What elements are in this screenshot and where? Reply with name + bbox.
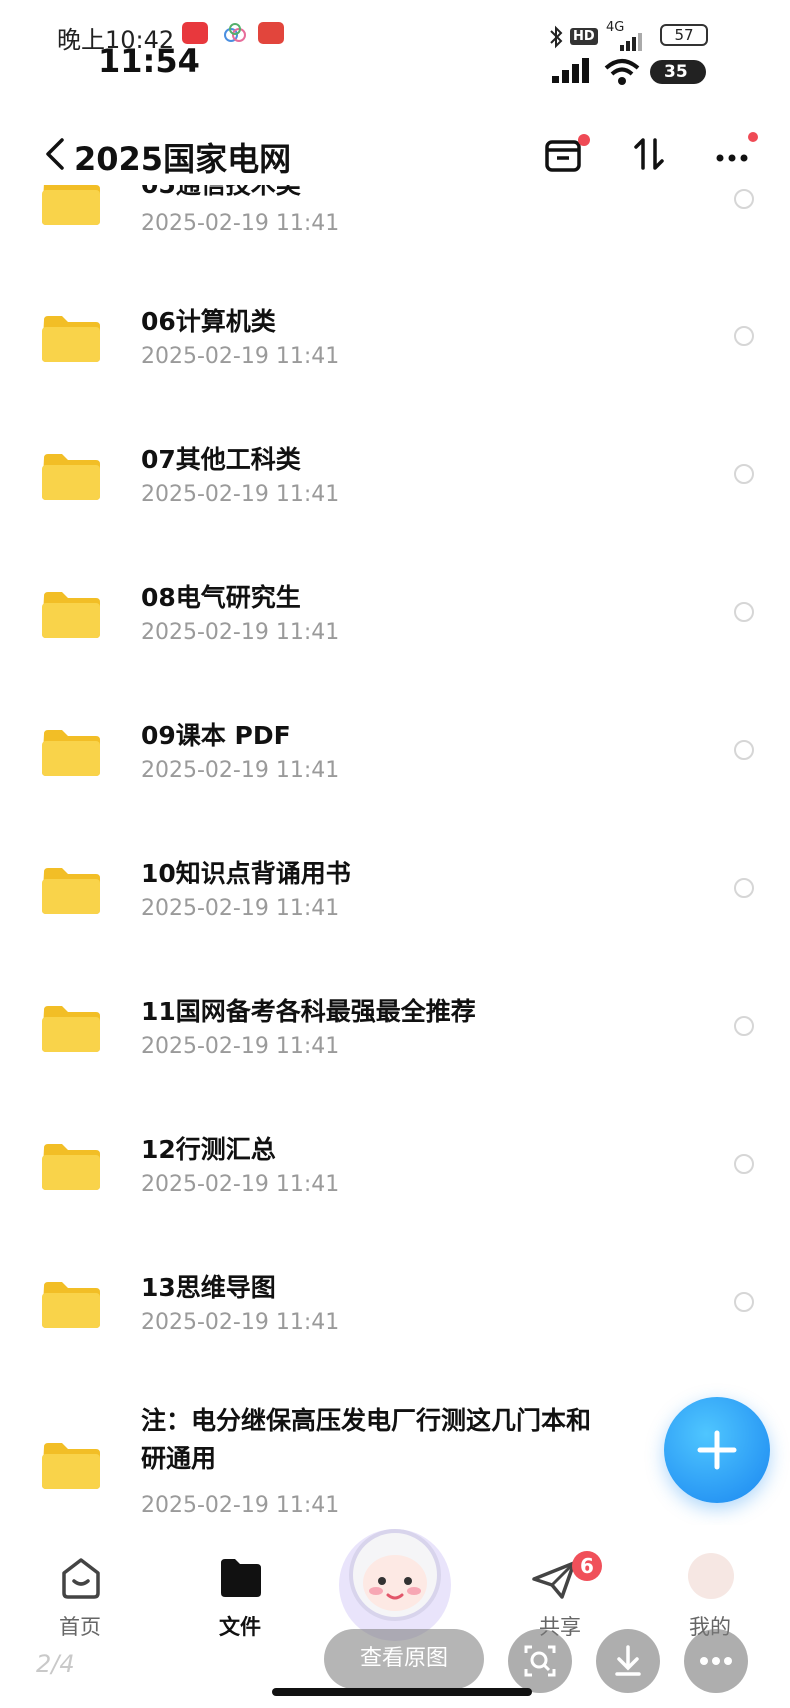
bluetooth-icon bbox=[548, 24, 564, 54]
select-radio[interactable] bbox=[734, 740, 754, 760]
wifi-icon bbox=[604, 58, 640, 90]
list-item[interactable]: 05通信技术类 2025-02-19 11:41 bbox=[0, 185, 790, 303]
folder-name: 12行测汇总 bbox=[141, 1135, 276, 1164]
nav-home-label: 首页 bbox=[59, 1615, 101, 1639]
more-menu-button[interactable] bbox=[712, 132, 758, 178]
list-item[interactable]: 11国网备考各科最强最全推荐 2025-02-19 11:41 bbox=[0, 992, 790, 1130]
cloud-notification-icon bbox=[222, 22, 248, 44]
select-radio[interactable] bbox=[734, 1292, 754, 1312]
signal-icon bbox=[606, 32, 646, 56]
signal-bars-icon bbox=[550, 58, 594, 88]
mascot-icon bbox=[330, 1513, 460, 1647]
battery2-icon: 35 bbox=[650, 60, 706, 84]
page-indicator: 2/4 bbox=[36, 1650, 75, 1678]
select-radio[interactable] bbox=[734, 1154, 754, 1174]
list-item[interactable]: 09课本 PDF 2025-02-19 11:41 bbox=[0, 716, 790, 854]
nav-files[interactable]: 文件 bbox=[190, 1525, 290, 1639]
list-item[interactable]: 13思维导图 2025-02-19 11:41 bbox=[0, 1268, 790, 1406]
folder-name: 07其他工科类 bbox=[141, 445, 301, 474]
nav-files-label: 文件 bbox=[219, 1615, 261, 1639]
app-notification-icon bbox=[182, 22, 208, 44]
folder-name-line1: 注：电分继保高压发电厂行测这几门本和 bbox=[141, 1406, 592, 1435]
folder-icon bbox=[40, 1142, 102, 1192]
folder-name: 06计算机类 bbox=[141, 307, 276, 336]
folder-nav-icon bbox=[218, 1557, 264, 1603]
folder-date: 2025-02-19 11:41 bbox=[141, 1493, 340, 1515]
image-search-button[interactable] bbox=[508, 1629, 572, 1693]
folder-name: 08电气研究生 bbox=[141, 583, 301, 612]
folder-name: 05通信技术类 bbox=[141, 185, 301, 201]
folder-icon bbox=[40, 590, 102, 640]
avatar bbox=[688, 1553, 734, 1599]
sort-button[interactable] bbox=[626, 132, 672, 178]
back-icon[interactable] bbox=[42, 136, 68, 172]
folder-date: 2025-02-19 11:41 bbox=[141, 896, 340, 921]
more-red-dot bbox=[748, 132, 758, 142]
folder-icon bbox=[40, 866, 102, 916]
folder-date: 2025-02-19 11:41 bbox=[141, 344, 340, 369]
folder-icon bbox=[40, 1441, 102, 1491]
folder-icon bbox=[40, 1280, 102, 1330]
download-icon bbox=[615, 1645, 641, 1676]
folder-name: 13思维导图 bbox=[141, 1273, 276, 1302]
list-item[interactable]: 07其他工科类 2025-02-19 11:41 bbox=[0, 440, 790, 578]
folder-date: 2025-02-19 11:41 bbox=[141, 1172, 340, 1197]
send-icon bbox=[530, 1559, 578, 1605]
folder-date: 2025-02-19 11:41 bbox=[141, 1034, 340, 1059]
screen: 晚上10:42 11:54 HD 4G 57 35 2025国家电网 2025-… bbox=[0, 0, 790, 1708]
list-item[interactable]: 10知识点背诵用书 2025-02-19 11:41 bbox=[0, 854, 790, 992]
status-time-big: 11:54 bbox=[98, 42, 200, 80]
bottom-nav: 首页 文件 6 共享 我的 bbox=[0, 1525, 790, 1641]
app2-notification-icon bbox=[258, 22, 284, 44]
header: 2025国家电网 bbox=[0, 120, 790, 190]
nav-me[interactable]: 我的 bbox=[660, 1525, 760, 1639]
folder-date: 2025-02-19 11:41 bbox=[141, 758, 340, 783]
status-bar: 晚上10:42 11:54 HD 4G 57 35 bbox=[0, 0, 790, 90]
select-radio[interactable] bbox=[734, 878, 754, 898]
nav-home[interactable]: 首页 bbox=[30, 1525, 130, 1639]
hd-icon: HD bbox=[570, 28, 598, 45]
folder-date: 2025-02-19 11:41 bbox=[141, 620, 340, 645]
folder-name: 09课本 PDF bbox=[141, 721, 291, 750]
share-badge: 6 bbox=[572, 1551, 602, 1581]
folder-name: 11国网备考各科最强最全推荐 bbox=[141, 997, 476, 1026]
list-item[interactable]: 08电气研究生 2025-02-19 11:41 bbox=[0, 578, 790, 716]
page-title: 2025国家电网 bbox=[74, 140, 292, 178]
select-radio[interactable] bbox=[734, 602, 754, 622]
folder-date: 2025-02-19 11:41 bbox=[141, 1310, 340, 1335]
battery-icon: 57 bbox=[660, 24, 708, 46]
scan-search-icon bbox=[524, 1645, 556, 1677]
folder-name-line2: 研通用 bbox=[141, 1444, 217, 1473]
transfer-list-button[interactable] bbox=[542, 132, 590, 178]
folder-date: 2025-02-19 11:41 bbox=[141, 482, 340, 507]
viewer-more-button[interactable] bbox=[684, 1629, 748, 1693]
folder-icon bbox=[40, 728, 102, 778]
folder-list: 05通信技术类 2025-02-19 11:41 06计算机类 2025-02-… bbox=[0, 185, 790, 1515]
nav-share[interactable]: 6 共享 bbox=[510, 1525, 610, 1639]
select-radio[interactable] bbox=[734, 1016, 754, 1036]
select-radio[interactable] bbox=[734, 326, 754, 346]
folder-name: 10知识点背诵用书 bbox=[141, 859, 351, 888]
more-dots-icon bbox=[700, 1657, 732, 1665]
folder-icon bbox=[40, 452, 102, 502]
home-indicator bbox=[272, 1688, 532, 1696]
select-radio[interactable] bbox=[734, 464, 754, 484]
list-item[interactable]: 06计算机类 2025-02-19 11:41 bbox=[0, 302, 790, 440]
view-original-button[interactable]: 查看原图 bbox=[324, 1629, 484, 1689]
battery2-level: 35 bbox=[664, 62, 688, 82]
nav-mascot[interactable] bbox=[320, 1525, 470, 1641]
folder-icon bbox=[40, 314, 102, 364]
folder-icon bbox=[40, 1004, 102, 1054]
download-button[interactable] bbox=[596, 1629, 660, 1693]
transfer-red-dot bbox=[578, 134, 590, 146]
folder-icon bbox=[40, 185, 102, 227]
list-item[interactable]: 12行测汇总 2025-02-19 11:41 bbox=[0, 1130, 790, 1268]
status-right: HD 4G 57 35 bbox=[540, 20, 760, 85]
add-fab-button[interactable] bbox=[664, 1397, 770, 1503]
battery-level: 57 bbox=[674, 26, 694, 44]
select-radio[interactable] bbox=[734, 189, 754, 209]
home-icon bbox=[58, 1555, 104, 1605]
folder-date: 2025-02-19 11:41 bbox=[141, 211, 340, 236]
plus-icon bbox=[697, 1430, 737, 1470]
